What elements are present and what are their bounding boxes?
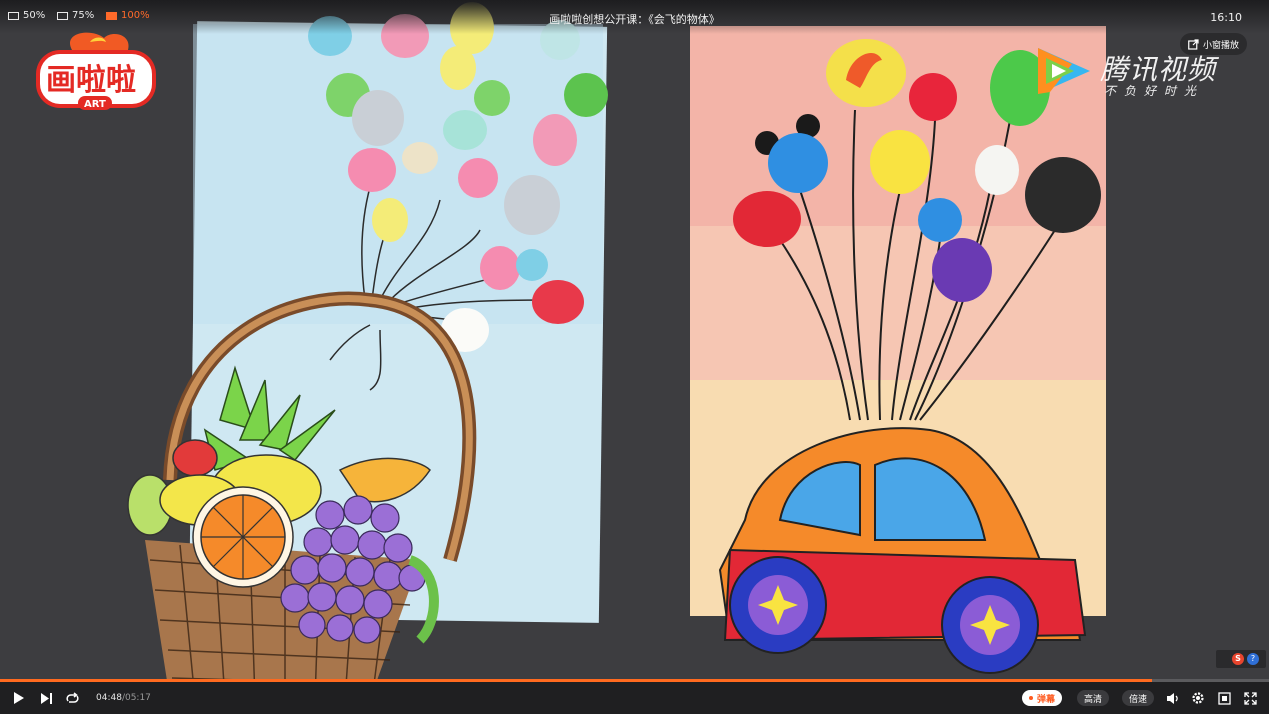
danmu-dot-icon — [1029, 696, 1033, 700]
side-toolbar-chip[interactable]: S ? — [1216, 650, 1266, 668]
logo-subtext: ART — [84, 99, 106, 110]
next-button[interactable] — [35, 682, 57, 714]
control-bar: 04:48/05:17 弹幕 高清 倍速 — [0, 682, 1269, 714]
zoom-75-button[interactable]: 75% — [57, 10, 94, 21]
play-icon — [14, 692, 24, 704]
help-icon: ? — [1247, 653, 1259, 665]
next-icon — [40, 692, 52, 704]
screen-size-icon — [57, 11, 68, 20]
danmu-toggle[interactable]: 弹幕 — [1022, 690, 1063, 706]
volume-button[interactable] — [1163, 682, 1183, 714]
speed-label: 倍速 — [1129, 694, 1148, 705]
fullscreen-icon — [1217, 691, 1231, 705]
zoom-label: 100% — [121, 10, 150, 21]
sogou-icon: S — [1232, 653, 1244, 665]
top-bar — [0, 0, 1269, 34]
settings-icon — [1192, 692, 1204, 704]
duration: /05:17 — [121, 693, 151, 703]
watermark-slogan: 不负好时光 — [1104, 84, 1205, 98]
video-frame[interactable]: 50% 75% 100% 画啦啦创想公开课：《会飞的物体》 16:10 小窗播放… — [0, 0, 1269, 680]
fullscreen-button[interactable] — [1214, 682, 1234, 714]
quality-label: 高清 — [1084, 694, 1103, 705]
screen-size-icon — [8, 11, 19, 20]
zoom-label: 75% — [72, 10, 95, 21]
loop-button[interactable] — [61, 682, 83, 714]
danmu-label: 弹幕 — [1037, 694, 1056, 705]
play-button[interactable] — [8, 682, 30, 714]
loop-icon — [65, 691, 79, 703]
quality-button[interactable]: 高清 — [1077, 690, 1110, 706]
speed-button[interactable]: 倍速 — [1122, 690, 1155, 706]
tencent-video-watermark: 腾讯视频 不负好时光 — [1032, 44, 1232, 104]
time-display: 04:48/05:17 — [96, 693, 151, 703]
current-time: 04:48 — [96, 693, 122, 703]
zoom-100-button[interactable]: 100% — [106, 10, 150, 21]
tencent-video-logo-icon — [1038, 48, 1090, 94]
zoom-label: 50% — [23, 10, 46, 21]
clock: 16:10 — [1210, 11, 1242, 24]
webfullscreen-icon — [1243, 691, 1257, 705]
web-fullscreen-button[interactable] — [1240, 682, 1260, 714]
zoom-50-button[interactable]: 50% — [8, 10, 45, 21]
logo-text: 画啦啦 — [46, 63, 136, 98]
volume-icon — [1167, 692, 1178, 704]
channel-logo: 画啦啦 ART — [32, 28, 160, 116]
settings-button[interactable] — [1188, 682, 1208, 714]
screen-size-icon — [106, 11, 117, 20]
